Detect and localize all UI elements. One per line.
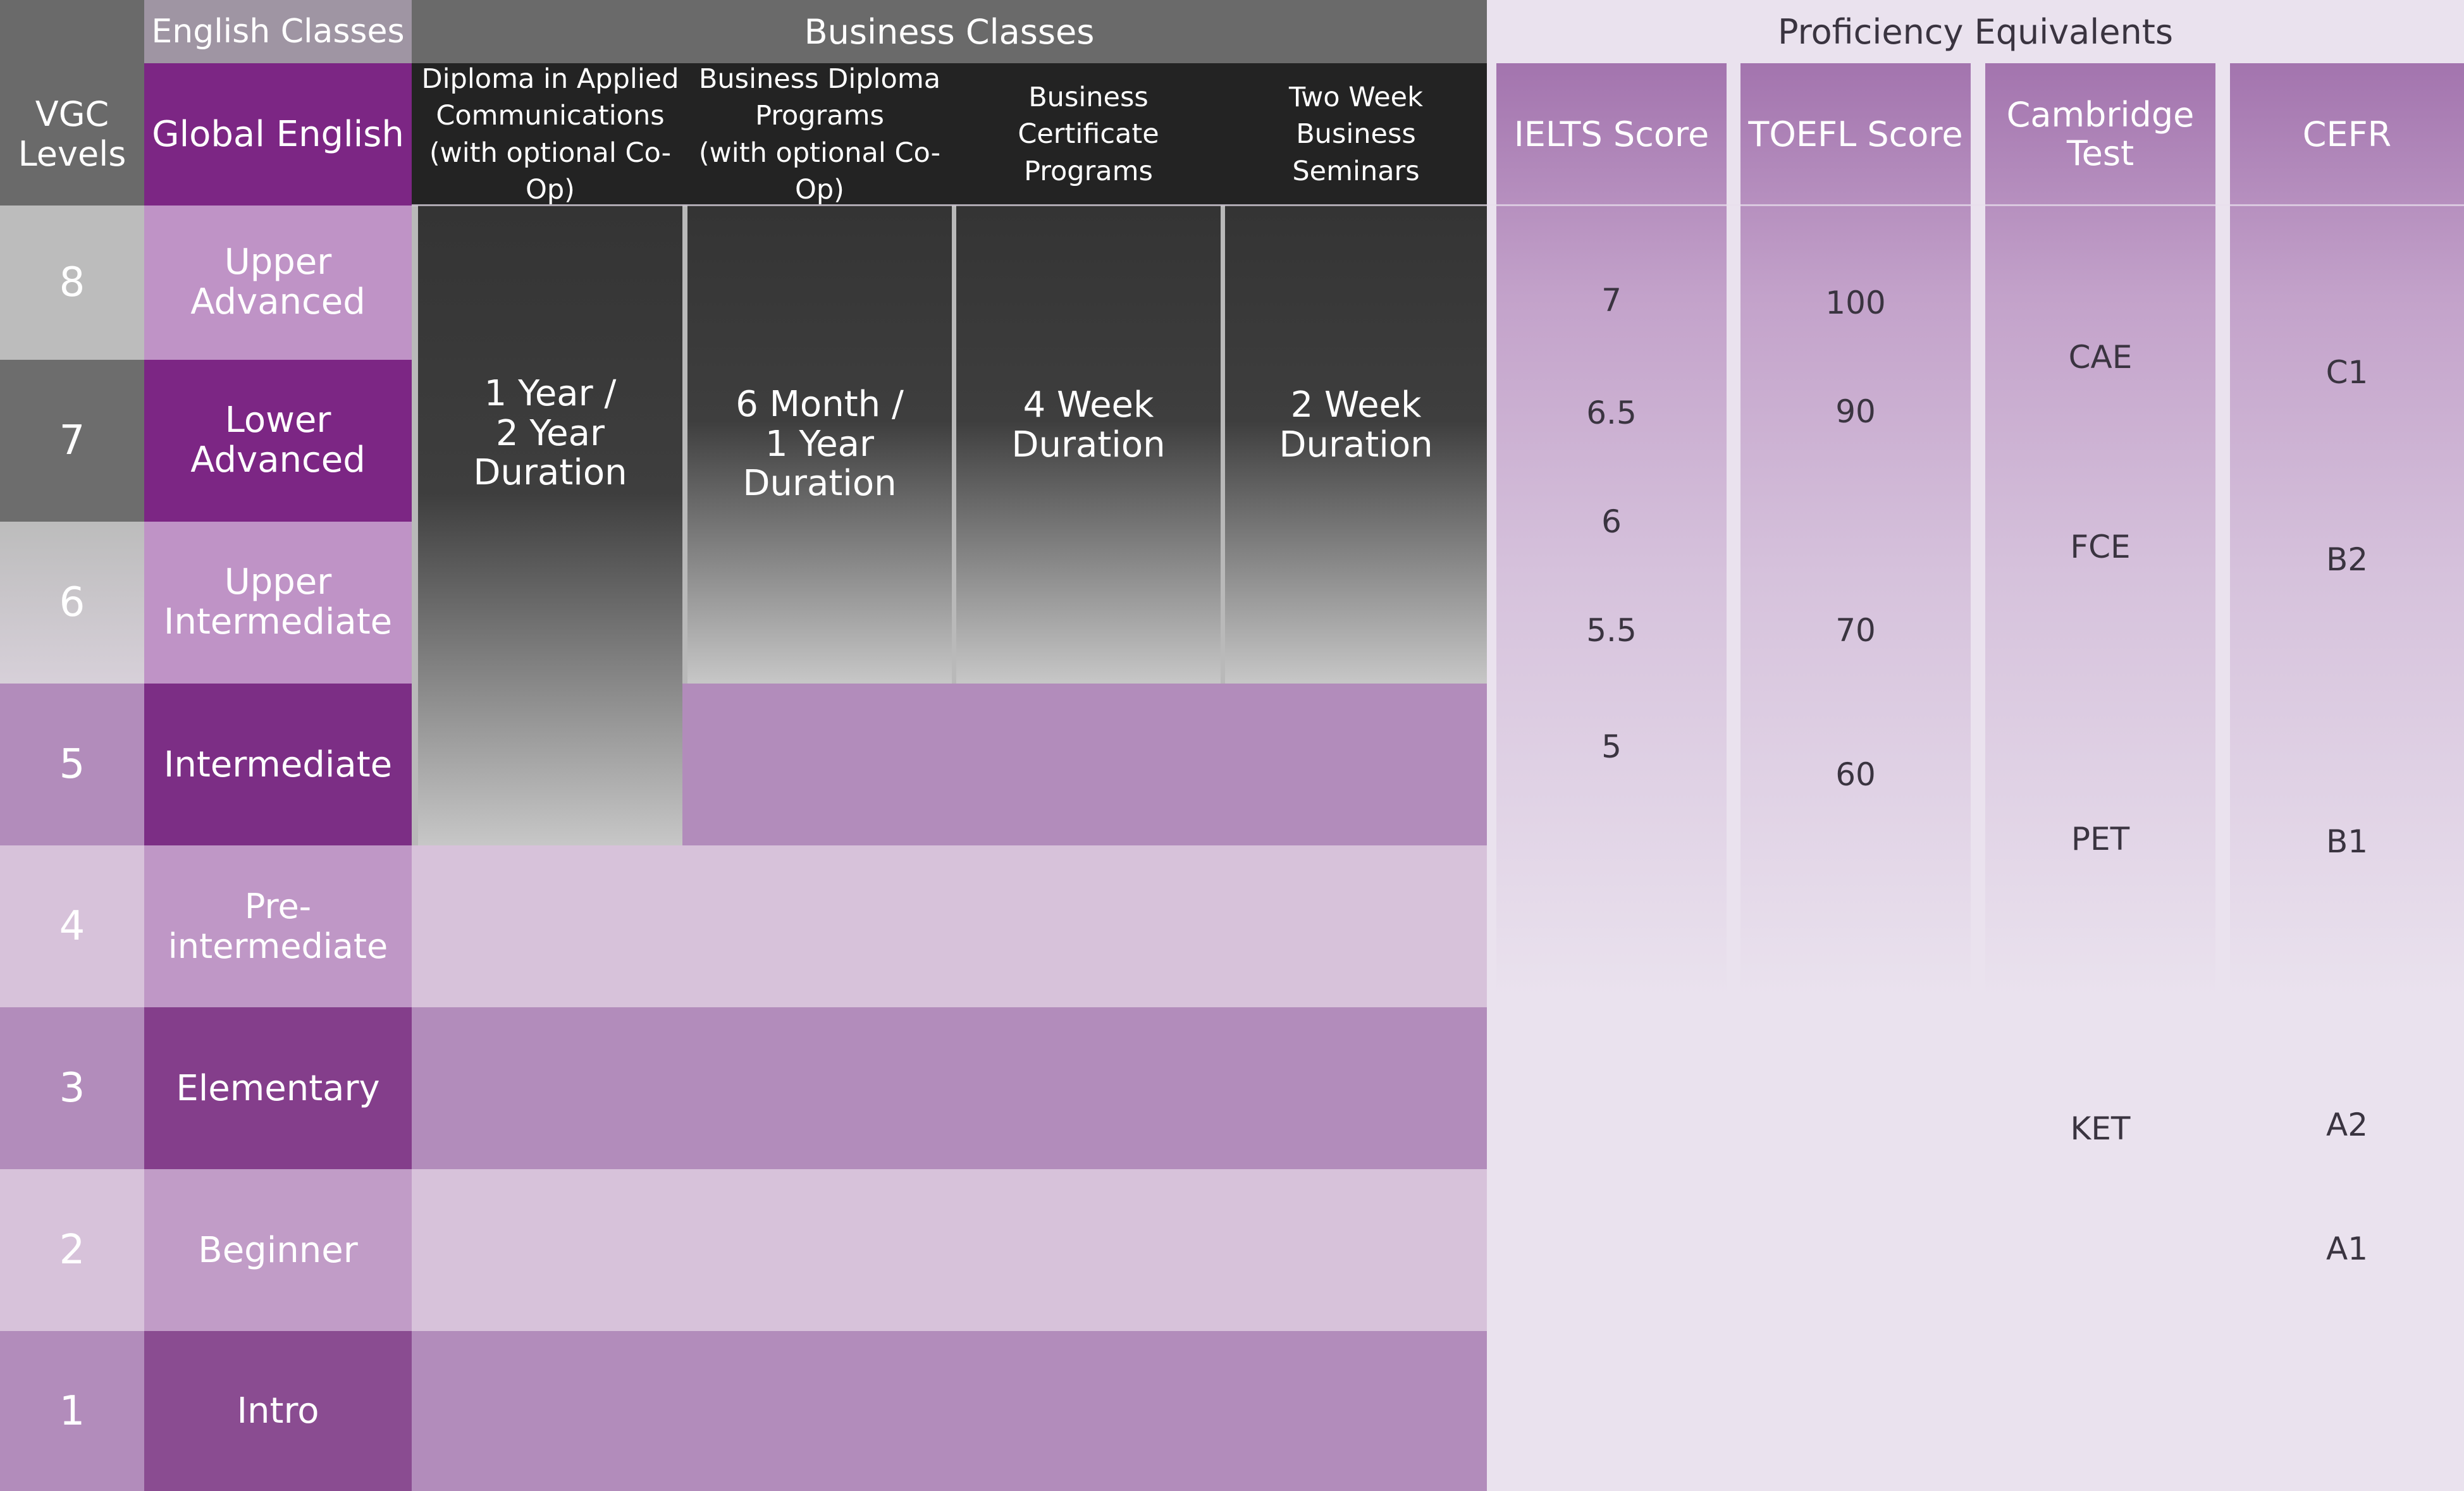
vgc-levels-header: VGC Levels <box>0 63 144 206</box>
ielts-value: 5 <box>1601 728 1622 765</box>
english-level-intermediate: Intermediate <box>144 684 412 845</box>
english-level-intro: Intro <box>144 1331 412 1491</box>
english-classes-header: English Classes <box>144 0 412 63</box>
business-band-level-4 <box>412 845 1487 1007</box>
business-band-level-3 <box>412 1007 1487 1169</box>
cefr-value: C1 <box>2325 354 2369 391</box>
global-english-header: Global English <box>144 63 412 206</box>
english-level-upper-intermediate: Upper Intermediate <box>144 522 412 684</box>
vgc-level-5: 5 <box>0 684 144 845</box>
vgc-level-6: 6 <box>0 522 144 684</box>
ielts-score-header: IELTS Score <box>1513 114 1709 154</box>
toefl-value: 90 <box>1835 393 1876 430</box>
vgc-level-8: 8 <box>0 206 144 360</box>
cefr-value: B1 <box>2325 823 2369 860</box>
duration-seminars: 2 Week Duration <box>1225 206 1487 684</box>
duration-business-diploma: 6 Month / 1 Year Duration <box>687 206 952 684</box>
toefl-value: 70 <box>1835 612 1876 649</box>
toefl-value: 100 <box>1825 285 1886 321</box>
cambridge-value: KET <box>2070 1110 2131 1147</box>
cambridge-value: FCE <box>2070 529 2131 565</box>
business-column-header-seminars: Two Week Business Seminars <box>1288 82 1424 187</box>
english-level-pre-intermediate: Pre-intermediate <box>144 845 412 1007</box>
duration-certificate: 4 Week Duration <box>956 206 1221 684</box>
vgc-header-top <box>0 0 144 63</box>
toefl-score-header: TOEFL Score <box>1748 114 1963 154</box>
english-level-lower-advanced: Lower Advanced <box>144 360 412 522</box>
vgc-level-1: 1 <box>0 1331 144 1491</box>
ielts-value: 7 <box>1601 282 1622 319</box>
business-column-header-diploma-applied: Diploma in Applied Communications (with … <box>421 63 679 206</box>
business-band-level-1 <box>412 1331 1487 1491</box>
english-level-upper-advanced: Upper Advanced <box>144 206 412 360</box>
business-classes-header: Business Classes <box>412 0 1487 63</box>
proficiency-equivalents-header: Proficiency Equivalents <box>1487 0 2464 63</box>
vgc-level-7: 7 <box>0 360 144 522</box>
cambridge-value: PET <box>2071 821 2130 857</box>
english-level-elementary: Elementary <box>144 1007 412 1169</box>
vgc-level-4: 4 <box>0 845 144 1007</box>
separator-left-level-8 <box>412 206 418 845</box>
cefr-header: CEFR <box>2302 114 2392 154</box>
business-column-header-certificate: Business Certificate Programs <box>1018 82 1159 187</box>
ielts-value: 6 <box>1601 503 1622 540</box>
english-level-beginner: Beginner <box>144 1169 412 1331</box>
cefr-value: A1 <box>2325 1230 2368 1267</box>
cambridge-test-header: Cambridge Test <box>2006 95 2195 173</box>
ielts-value: 5.5 <box>1586 612 1637 649</box>
toefl-value: 60 <box>1835 756 1876 793</box>
business-column-header-business-diploma: Business Diploma Programs (with optional… <box>698 63 941 206</box>
business-band-level-2 <box>412 1169 1487 1331</box>
duration-diploma-applied: 1 Year / 2 Year Duration <box>418 206 682 845</box>
level-comparison-chart: English Classes Business Classes Profici… <box>0 0 2464 1491</box>
cefr-value: A2 <box>2325 1107 2368 1143</box>
vgc-level-2: 2 <box>0 1169 144 1331</box>
vgc-level-3: 3 <box>0 1007 144 1169</box>
cefr-value: B2 <box>2325 541 2369 578</box>
cambridge-value: CAE <box>2068 339 2133 376</box>
ielts-value: 6.5 <box>1586 395 1637 431</box>
